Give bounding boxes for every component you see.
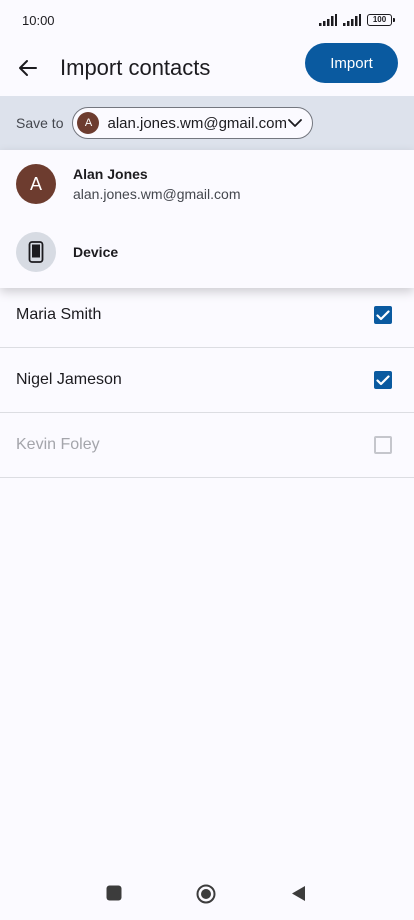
import-button[interactable]: Import	[305, 43, 398, 83]
dropdown-item-google-account[interactable]: A Alan Jones alan.jones.wm@gmail.com	[0, 150, 414, 218]
status-bar: 10:00 100	[0, 0, 414, 40]
back-nav-button[interactable]	[291, 885, 306, 902]
chevron-down-icon	[288, 115, 304, 131]
app-bar: Import contacts Import	[0, 40, 414, 96]
contact-checkbox[interactable]	[374, 306, 392, 324]
save-to-bar: Save to A alan.jones.wm@gmail.com	[0, 96, 414, 150]
account-email: alan.jones.wm@gmail.com	[73, 186, 241, 202]
contact-checkbox[interactable]	[374, 371, 392, 389]
battery-level: 100	[372, 15, 387, 24]
phone-device-icon	[16, 232, 56, 272]
page-title: Import contacts	[60, 55, 211, 80]
selected-account-email: alan.jones.wm@gmail.com	[107, 114, 287, 132]
contact-checkbox	[374, 436, 392, 454]
save-to-label: Save to	[16, 115, 64, 131]
contact-name: Kevin Foley	[16, 436, 100, 453]
dropdown-item-device[interactable]: Device	[0, 218, 414, 286]
account-selector-chip[interactable]: A alan.jones.wm@gmail.com	[72, 107, 314, 139]
contact-name: Nigel Jameson	[16, 371, 122, 388]
status-icons: 100	[319, 14, 395, 26]
contact-row-maria-smith[interactable]: Maria Smith	[0, 283, 414, 348]
arrow-back-icon	[19, 60, 37, 76]
signal-icon	[319, 14, 337, 26]
avatar: A	[77, 112, 100, 134]
account-dropdown-menu: A Alan Jones alan.jones.wm@gmail.com Dev…	[0, 150, 414, 288]
home-circle-icon	[196, 884, 216, 904]
check-icon	[376, 374, 390, 385]
contact-row-kevin-foley: Kevin Foley	[0, 413, 414, 478]
status-time: 10:00	[22, 12, 55, 28]
avatar: A	[16, 164, 56, 204]
square-icon	[106, 885, 122, 901]
account-name: Alan Jones	[73, 166, 148, 182]
home-button[interactable]	[196, 884, 216, 904]
triangle-back-icon	[292, 886, 305, 901]
battery-icon: 100	[367, 14, 395, 26]
check-icon	[376, 309, 390, 320]
signal-icon	[343, 14, 361, 26]
back-button[interactable]	[16, 56, 40, 80]
contact-list: Maria Smith Nigel Jameson Kevin Foley	[0, 283, 414, 478]
device-label: Device	[73, 244, 119, 260]
contact-row-nigel-jameson[interactable]: Nigel Jameson	[0, 348, 414, 413]
recents-button[interactable]	[106, 885, 122, 901]
system-navigation-bar	[0, 870, 414, 920]
contact-name: Maria Smith	[16, 306, 102, 323]
